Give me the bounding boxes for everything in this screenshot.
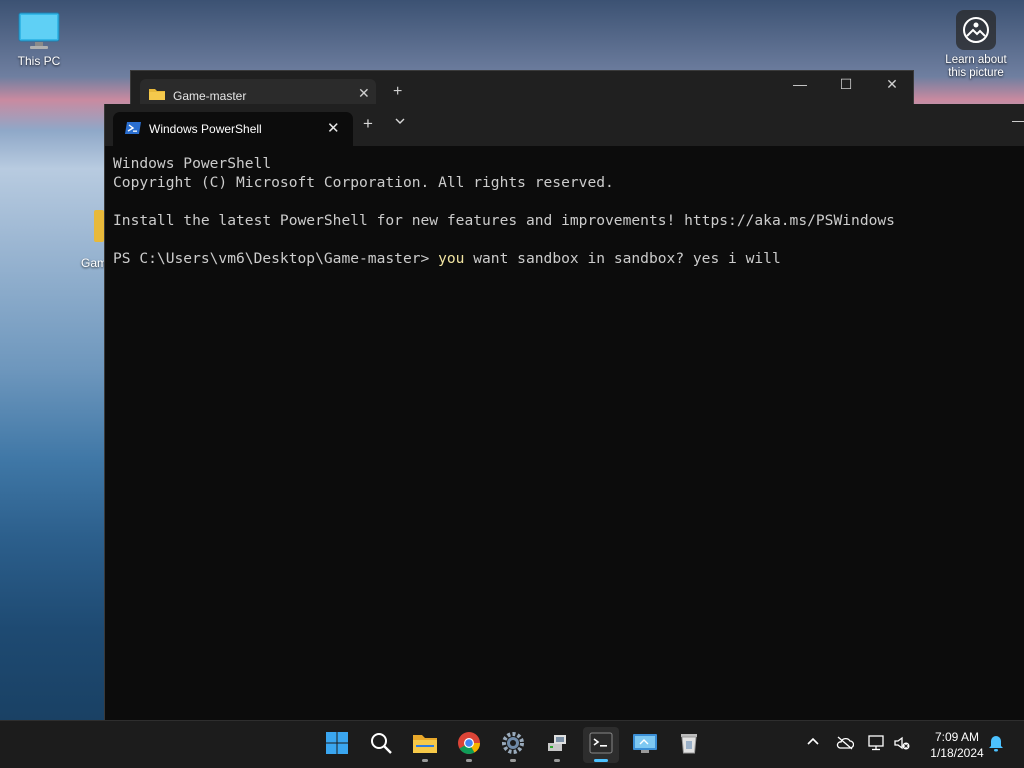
explorer-tab-title: Game-master	[173, 89, 247, 103]
running-indicator	[466, 759, 472, 762]
monitor-icon	[17, 10, 61, 54]
desktop-icon-this-pc[interactable]: This PC	[1, 10, 77, 68]
terminal-icon	[589, 732, 613, 759]
explorer-new-tab-button[interactable]: +	[393, 83, 402, 101]
system-clock[interactable]: 7:09 AM 1/18/2024	[922, 729, 992, 761]
terminal-tab-title: Windows PowerShell	[149, 122, 262, 136]
file-explorer-icon	[412, 732, 438, 759]
terminal-minimize-button[interactable]: —	[1012, 112, 1024, 128]
explorer-close-button[interactable]: ✕	[869, 76, 915, 93]
tray-overflow-chevron-icon[interactable]	[806, 734, 820, 749]
terminal-output[interactable]: Windows PowerShell Copyright (C) Microso…	[113, 154, 1020, 268]
folder-icon[interactable]	[94, 210, 104, 242]
terminal-titlebar[interactable]: Windows PowerShell ✕ + —	[105, 104, 1024, 146]
explorer-maximize-button[interactable]: ☐	[823, 76, 869, 93]
terminal-window[interactable]: Windows PowerShell ✕ + — Windows PowerSh…	[104, 104, 1024, 720]
terminal-prompt: PS C:\Users\vm6\Desktop\Game-master>	[113, 250, 439, 267]
chevron-down-icon[interactable]	[395, 116, 405, 128]
learn-about-label-1: Learn about	[945, 54, 1007, 66]
new-tab-button[interactable]: +	[363, 114, 373, 134]
taskbar-chrome[interactable]	[451, 727, 487, 763]
taskbar-remote-desktop[interactable]	[627, 727, 663, 763]
taskbar-recycle-bin[interactable]	[671, 727, 707, 763]
powershell-icon	[125, 121, 141, 140]
running-indicator	[554, 759, 560, 762]
clock-time: 7:09 AM	[934, 730, 980, 744]
notification-bell-icon[interactable]	[988, 735, 1004, 756]
remote-desktop-icon	[632, 732, 658, 759]
start-button[interactable]	[319, 727, 355, 763]
search-icon	[369, 731, 393, 760]
settings-icon	[501, 731, 525, 760]
terminal-line: Windows PowerShell	[113, 155, 272, 172]
network-icon[interactable]	[868, 735, 886, 754]
desktop-icon-label: This PC	[17, 54, 61, 68]
camera-icon	[956, 10, 996, 50]
taskbar-network-drive[interactable]	[539, 727, 575, 763]
clock-date: 1/18/2024	[930, 746, 984, 760]
search-button[interactable]	[363, 727, 399, 763]
explorer-minimize-button[interactable]: —	[777, 76, 823, 92]
terminal-tab-powershell[interactable]: Windows PowerShell ✕	[113, 112, 353, 146]
explorer-tab-close-button[interactable]: ✕	[358, 85, 370, 102]
chrome-icon	[457, 731, 481, 760]
terminal-line: Copyright (C) Microsoft Corporation. All…	[113, 174, 614, 191]
recycle-bin-icon	[678, 731, 700, 760]
taskbar-file-explorer[interactable]	[407, 727, 443, 763]
network-drive-icon	[545, 731, 569, 760]
learn-about-picture[interactable]: Learn about this picture	[936, 10, 1016, 80]
running-indicator	[594, 759, 608, 762]
terminal-line: Install the latest PowerShell for new fe…	[113, 212, 895, 229]
terminal-command-text: want sandbox in sandbox? yes i will	[464, 250, 781, 267]
learn-about-label-2: this picture	[948, 67, 1004, 79]
running-indicator	[510, 759, 516, 762]
taskbar-settings[interactable]	[495, 727, 531, 763]
terminal-command-keyword: you	[438, 250, 465, 267]
start-icon	[325, 731, 349, 760]
running-indicator	[422, 759, 428, 762]
taskbar: 7:09 AM 1/18/2024	[0, 720, 1024, 768]
volume-muted-icon[interactable]	[893, 735, 911, 754]
terminal-tab-close-button[interactable]: ✕	[327, 119, 340, 137]
onedrive-offline-icon[interactable]	[836, 736, 855, 753]
taskbar-terminal[interactable]	[583, 727, 619, 763]
